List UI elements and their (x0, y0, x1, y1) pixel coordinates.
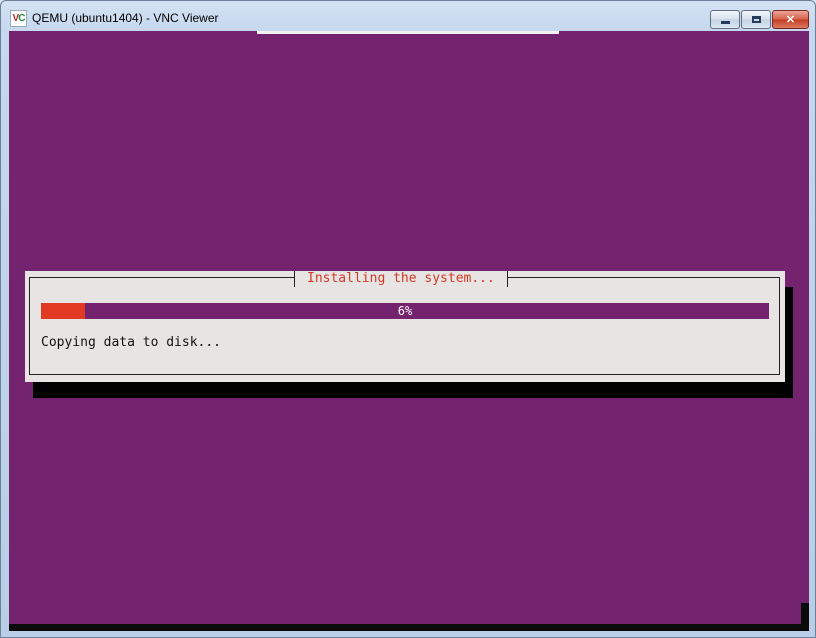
screen-bottom-edge (9, 624, 809, 631)
title-bar[interactable]: VC QEMU (ubuntu1404) - VNC Viewer ✕ (1, 1, 815, 31)
install-progress-dialog: Installing the system... 6% Copying data… (25, 271, 785, 382)
close-button[interactable]: ✕ (772, 10, 809, 29)
progress-bar: 6% (41, 303, 769, 319)
vnc-viewer-window: VC QEMU (ubuntu1404) - VNC Viewer ✕ Inst… (0, 0, 816, 638)
vnc-app-icon[interactable]: VC (10, 10, 27, 27)
maximize-button[interactable] (741, 10, 771, 29)
maximize-icon (751, 16, 761, 23)
dialog-title: Installing the system... (294, 271, 508, 287)
close-icon: ✕ (785, 14, 796, 26)
top-strip (257, 31, 559, 34)
app-icon-letter-c: C (18, 13, 25, 24)
dialog-border (29, 277, 780, 375)
status-message: Copying data to disk... (41, 335, 222, 350)
minimize-icon (720, 21, 730, 24)
progress-percent-label: 6% (397, 304, 413, 318)
vnc-screen[interactable]: Installing the system... 6% Copying data… (9, 31, 809, 631)
minimize-button[interactable] (710, 10, 740, 29)
screen-corner-edge (801, 603, 809, 631)
window-title: QEMU (ubuntu1404) - VNC Viewer (32, 11, 219, 25)
